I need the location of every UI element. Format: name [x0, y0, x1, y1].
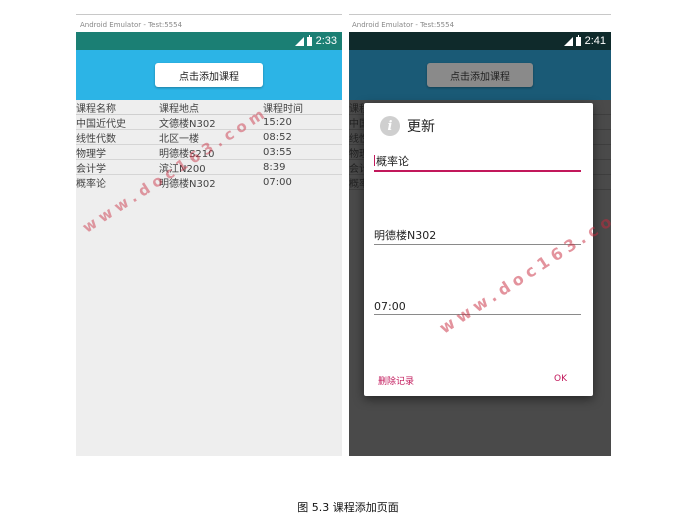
course-name-field[interactable]: 概率论: [374, 153, 581, 172]
course-name: 会计学: [76, 163, 106, 175]
status-bar: 2:33: [76, 32, 342, 50]
course-time: 03:55: [263, 146, 292, 158]
signal-icon: [563, 36, 573, 46]
header-course-name: 课程名称: [76, 103, 116, 115]
emulator-title: Android Emulator - Test:5554: [76, 14, 342, 32]
left-emulator-window: Android Emulator - Test:5554 2:33 点击添加课程…: [76, 14, 342, 456]
course-name: 物理学: [76, 148, 106, 160]
app-toolbar: 点击添加课程: [349, 50, 611, 100]
dialog-header: i 更新: [364, 103, 593, 143]
right-screen: 2:41 点击添加课程 课程 中国 线性 物理 会计 概率 i 更新 概率论 明…: [349, 32, 611, 456]
course-name: 线性代数: [76, 133, 116, 145]
table-row[interactable]: 中国近代史 文德楼N302 15:20: [76, 115, 342, 130]
course-location-value: 明德楼N302: [374, 229, 437, 242]
course-location-field[interactable]: 明德楼N302: [374, 227, 581, 245]
battery-icon: [306, 34, 312, 46]
status-time: 2:41: [584, 35, 606, 47]
delete-record-button[interactable]: 删除记录: [378, 374, 414, 387]
table-header: 课程名称 课程地点 课程时间: [76, 100, 342, 115]
battery-icon: [575, 34, 581, 46]
right-emulator-window: Android Emulator - Test:5554 2:41 点击添加课程…: [349, 14, 611, 456]
table-row[interactable]: 概率论 明德楼N302 07:00: [76, 175, 342, 190]
course-time: 08:52: [263, 131, 292, 143]
course-name: 中国近代史: [76, 118, 126, 130]
add-course-button[interactable]: 点击添加课程: [427, 63, 533, 87]
info-icon: i: [380, 116, 400, 136]
add-course-button[interactable]: 点击添加课程: [155, 63, 263, 87]
ok-button[interactable]: OK: [554, 374, 567, 384]
table-row[interactable]: 会计学 滨江N200 8:39: [76, 160, 342, 175]
figure-caption: 图 5.3 课程添加页面: [297, 501, 399, 514]
header-course-time: 课程时间: [263, 103, 303, 115]
app-toolbar: 点击添加课程: [76, 50, 342, 100]
course-time: 15:20: [263, 116, 292, 128]
course-name-value: 概率论: [376, 155, 409, 168]
course-time-value: 07:00: [374, 300, 406, 313]
status-time: 2:33: [315, 35, 337, 47]
left-screen: 2:33 点击添加课程 课程名称 课程地点 课程时间 中国近代史 文德楼N302…: [76, 32, 342, 456]
text-cursor: [374, 155, 375, 166]
signal-icon: [294, 36, 304, 46]
emulator-title: Android Emulator - Test:5554: [349, 14, 611, 32]
course-time: 8:39: [263, 161, 286, 173]
course-time: 07:00: [263, 177, 292, 188]
dialog-title: 更新: [407, 119, 435, 135]
status-bar: 2:41: [349, 32, 611, 50]
